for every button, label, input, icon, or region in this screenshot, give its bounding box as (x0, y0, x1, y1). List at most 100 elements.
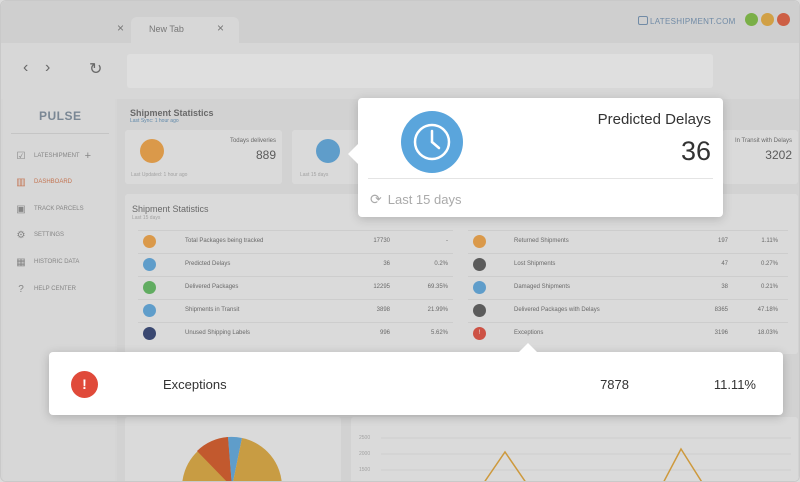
clock-icon (143, 258, 156, 271)
row-pct: 21.99% (427, 307, 448, 313)
exclamation-icon: ! (473, 327, 486, 340)
back-icon[interactable]: ‹ (23, 59, 28, 77)
window-minimize-button[interactable] (761, 13, 774, 26)
last-sync-text: Last Sync: 1 hour ago (130, 118, 179, 124)
line-chart-card: 2500 2000 1500 (351, 417, 798, 481)
row-label: Shipments in Transit (185, 307, 240, 313)
table-row[interactable]: ! Exceptions 3196 18.03% (468, 322, 788, 344)
tab-bar: × New Tab × LATESHIPMENT.COM (1, 1, 799, 43)
table-row[interactable]: Unused Shipping Labels 996 5.62% (138, 322, 453, 344)
row-count: 996 (379, 330, 390, 336)
table-row[interactable]: Predicted Delays 36 0.2% (138, 253, 453, 275)
table-row[interactable]: Damaged Shipments 38 0.21% (468, 276, 788, 298)
table-row[interactable]: Returned Shipments 197 1.11% (468, 230, 788, 252)
window-close-button[interactable] (777, 13, 790, 26)
callout-label: Exceptions (163, 377, 227, 392)
stats-title: Shipment Statistics (132, 204, 209, 214)
pulse-logo: PULSE (39, 109, 82, 123)
callout-footer: ⟳ Last 15 days (370, 191, 461, 208)
sidebar-item-label: HELP CENTER (34, 286, 76, 292)
table-row[interactable]: Shipments in Transit 3898 21.99% (138, 299, 453, 321)
shipment-statistics-panel: Shipment Statistics Last 15 days Total P… (125, 194, 798, 354)
browser-window: × New Tab × LATESHIPMENT.COM ‹ › ↻ PULSE… (0, 0, 800, 482)
sidebar-item-help-center[interactable]: ? HELP CENTER (15, 282, 76, 296)
row-pct: 0.21% (760, 284, 778, 290)
callout-value: 36 (680, 136, 711, 166)
calendar-icon: ▦ (16, 256, 26, 268)
gear-icon: ⚙ (16, 229, 26, 241)
row-label: Delivered Packages with Delays (514, 307, 600, 313)
card-foot: Last 15 days (300, 172, 329, 178)
card-in-transit-with-delays[interactable]: In Transit with Delays 3202 (722, 130, 798, 184)
row-pct: 1.11% (761, 238, 778, 244)
box-icon (143, 235, 156, 248)
refresh-icon: ⟳ (370, 191, 382, 207)
sidebar-item-dashboard[interactable]: ▥ DASHBOARD (15, 175, 72, 189)
card-value: 3202 (765, 148, 792, 162)
card-value: 889 (255, 148, 276, 162)
table-row[interactable]: Delivered Packages with Delays 8365 47.1… (468, 299, 788, 321)
brand-text: LATESHIPMENT.COM (650, 17, 736, 26)
truck-icon (143, 304, 156, 317)
pie-chart (182, 436, 282, 481)
row-count: 47 (721, 261, 728, 267)
sidebar-item-track-parcels[interactable]: ▣ TRACK PARCELS (15, 202, 84, 216)
callout-divider (368, 178, 713, 179)
tab-close-icon[interactable]: × (217, 21, 224, 35)
card-todays-deliveries[interactable]: Todays deliveries 889 Last Updated: 1 ho… (125, 130, 282, 184)
question-icon: ? (18, 283, 24, 295)
parcel-icon: ▣ (16, 203, 26, 215)
sidebar-item-settings[interactable]: ⚙ SETTINGS (15, 228, 65, 242)
sidebar-item-lateshipment[interactable]: ☑ LATESHIPMENT + (15, 149, 91, 163)
row-label: Damaged Shipments (514, 284, 571, 290)
table-row[interactable]: Delivered Packages 12295 69.35% (138, 276, 453, 298)
row-label: Delivered Packages (185, 284, 239, 290)
url-input[interactable] (127, 54, 713, 88)
callout-title: Predicted Delays (597, 111, 711, 128)
exceptions-callout[interactable]: ! Exceptions 7878 11.11% (49, 343, 783, 415)
clock-icon (401, 111, 463, 173)
address-bar-area: ‹ › ↻ (1, 43, 799, 99)
row-pct: 0.2% (434, 261, 448, 267)
sidebar-item-historic-data[interactable]: ▦ HISTORIC DATA (15, 255, 79, 269)
reload-icon[interactable]: ↻ (89, 59, 102, 79)
callout-foot-text: Last 15 days (387, 192, 462, 207)
card-foot: Last Updated: 1 hour ago (131, 172, 188, 178)
window-maximize-button[interactable] (745, 13, 758, 26)
chart-icon: ▥ (16, 176, 26, 188)
checkbox-icon: ☑ (16, 150, 26, 162)
tab-blank[interactable]: × (15, 17, 135, 43)
sidebar-item-label: DASHBOARD (34, 179, 73, 185)
row-count: 8365 (714, 307, 728, 313)
pie-chart-card (125, 417, 341, 481)
predicted-delays-callout[interactable]: Predicted Delays 36 ⟳ Last 15 days (348, 98, 723, 217)
row-label: Total Packages being tracked (185, 238, 264, 244)
row-pct: 18.03% (757, 330, 778, 336)
card-label: Todays deliveries (229, 138, 276, 144)
sidebar-item-label: TRACK PARCELS (34, 206, 84, 212)
row-label: Unused Shipping Labels (185, 330, 251, 336)
line-chart (381, 437, 791, 481)
add-icon[interactable]: + (85, 150, 91, 162)
return-icon (473, 235, 486, 248)
sidebar-item-label: LATESHIPMENT (34, 153, 80, 159)
row-count: 3898 (376, 307, 390, 313)
table-row[interactable]: Lost Shipments 47 0.27% (468, 253, 788, 275)
tab-new-tab[interactable]: New Tab × (131, 17, 239, 43)
card-label: In Transit with Delays (734, 138, 792, 144)
sidebar-item-label: HISTORIC DATA (34, 259, 80, 265)
tab-close-icon[interactable]: × (117, 21, 124, 35)
forward-icon[interactable]: › (45, 59, 50, 77)
tab-label: New Tab (149, 24, 184, 34)
table-row[interactable]: Total Packages being tracked 17730 - (138, 230, 453, 252)
callout-count: 7878 (600, 377, 629, 392)
row-count: 3196 (714, 330, 728, 336)
stats-subtitle: Last 15 days (132, 215, 161, 221)
row-label: Lost Shipments (514, 261, 556, 267)
row-pct: - (446, 238, 448, 244)
delayed-delivery-icon (473, 304, 486, 317)
damaged-icon (473, 281, 486, 294)
row-count: 36 (383, 261, 390, 267)
row-count: 17730 (373, 238, 390, 244)
row-label: Returned Shipments (514, 238, 569, 244)
